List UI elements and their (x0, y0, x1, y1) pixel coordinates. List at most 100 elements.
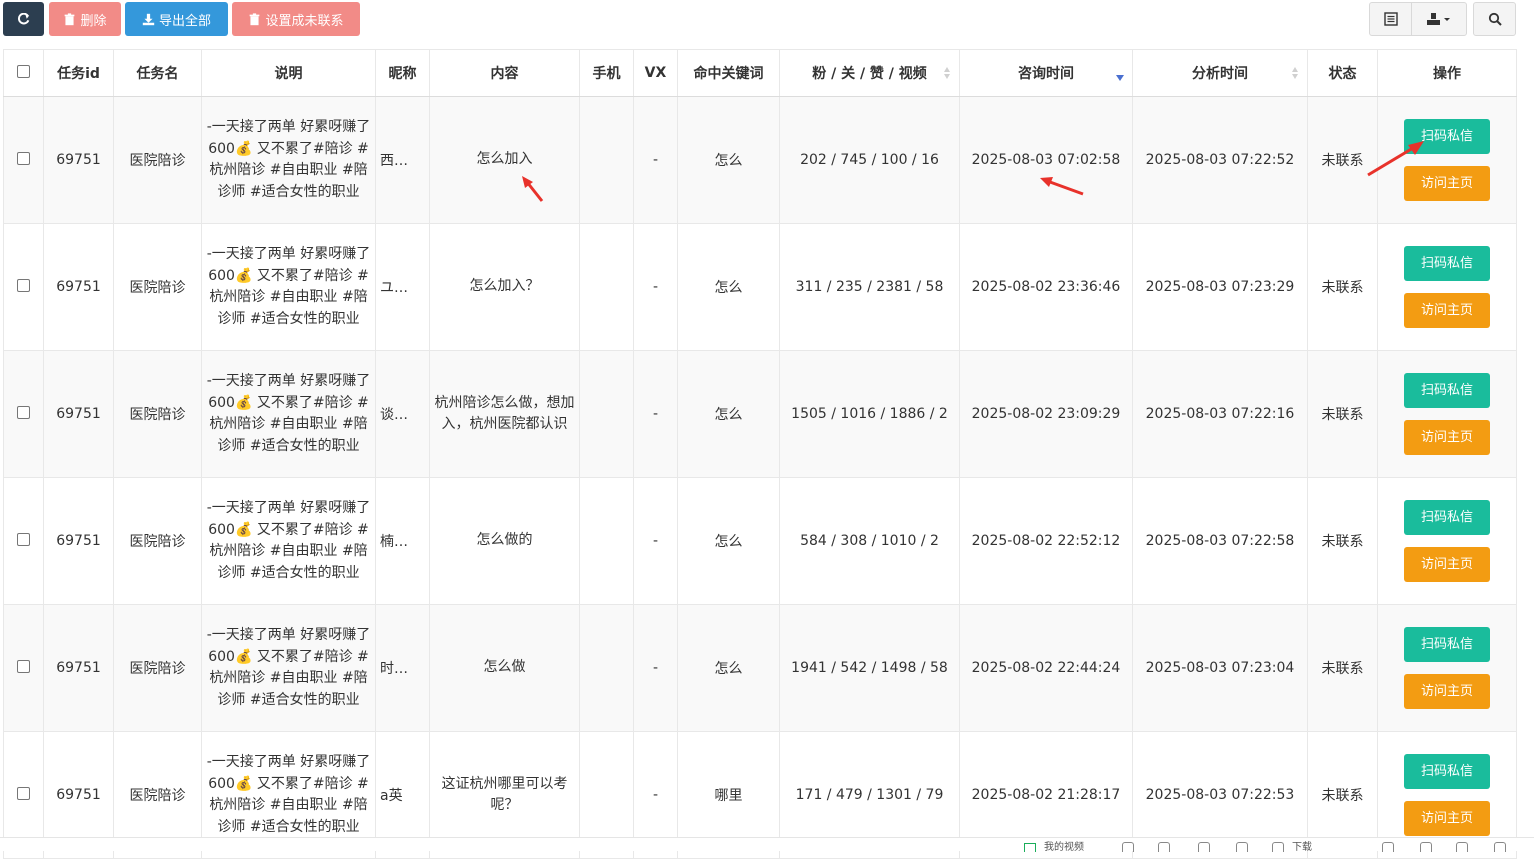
row-checkbox[interactable] (17, 405, 30, 419)
vx-cell: - (633, 350, 678, 478)
description-link[interactable]: -一天接了两单 好累呀赚了600💰 又不累了#陪诊 #杭州陪诊 #自由职业 #陪… (201, 350, 376, 478)
analyze-time-cell: 2025-08-03 07:22:58 (1132, 477, 1308, 605)
select-all-cell (3, 49, 44, 97)
actions-cell: 扫码私信 访问主页 (1377, 604, 1517, 732)
analyze-time-cell: 2025-08-03 07:22:16 (1132, 350, 1308, 478)
table-row: 69751 医院陪诊 -一天接了两单 好累呀赚了600💰 又不累了#陪诊 #杭州陪诊… (3, 96, 1517, 224)
visit-homepage-button[interactable]: 访问主页 (1404, 674, 1490, 709)
stats-cell: 1941 / 542 / 1498 / 58 (779, 604, 960, 732)
row-select-cell (3, 477, 44, 605)
analyze-time-cell: 2025-08-03 07:23:04 (1132, 604, 1308, 732)
header-stats-label: 粉 / 关 / 赞 / 视频 (812, 66, 927, 82)
header-actions: 操作 (1377, 49, 1517, 97)
header-analyze-time[interactable]: 分析时间 (1132, 49, 1308, 97)
table-row: 69751 医院陪诊 -一天接了两单 好累呀赚了600💰 又不累了#陪诊 #杭州陪诊… (3, 477, 1517, 605)
keyword-cell: 怎么 (677, 604, 780, 732)
toggle-view-button[interactable] (1370, 3, 1412, 35)
task-name-cell: 医院陪诊 (113, 604, 202, 732)
task-id-cell: 69751 (43, 604, 114, 732)
header-vx[interactable]: VX (633, 49, 678, 97)
search-button[interactable] (1474, 3, 1515, 35)
select-all-checkbox[interactable] (17, 64, 30, 78)
delete-button[interactable]: 删除 (49, 2, 121, 36)
description-link[interactable]: -一天接了两单 好累呀赚了600💰 又不累了#陪诊 #杭州陪诊 #自由职业 #陪… (201, 477, 376, 605)
download-label[interactable]: 下载 (1292, 843, 1312, 853)
status-cell: 未联系 (1307, 223, 1378, 351)
refresh-button[interactable] (3, 2, 44, 36)
scan-message-button[interactable]: 扫码私信 (1404, 246, 1490, 281)
actions-cell: 扫码私信 访问主页 (1377, 477, 1517, 605)
keyword-cell: 怎么 (677, 223, 780, 351)
visit-homepage-button[interactable]: 访问主页 (1404, 801, 1490, 836)
vx-cell: - (633, 477, 678, 605)
phone-cell (579, 350, 634, 478)
header-task-name[interactable]: 任务名 (113, 49, 202, 97)
row-select-cell (3, 96, 44, 224)
export-label: 导出全部 (158, 13, 211, 29)
row-select-cell (3, 223, 44, 351)
scan-message-button[interactable]: 扫码私信 (1404, 754, 1490, 789)
toolbar: 删除 导出全部 设置成未联系 (0, 0, 1534, 38)
header-description[interactable]: 说明 (201, 49, 376, 97)
scan-message-button[interactable]: 扫码私信 (1404, 373, 1490, 408)
set-uncontacted-button[interactable]: 设置成未联系 (232, 2, 360, 36)
description-link[interactable]: -一天接了两单 好累呀赚了600💰 又不累了#陪诊 #杭州陪诊 #自由职业 #陪… (201, 223, 376, 351)
task-id-cell: 69751 (43, 477, 114, 605)
download-icon (142, 13, 155, 25)
row-checkbox[interactable] (17, 532, 30, 546)
visit-homepage-button[interactable]: 访问主页 (1404, 547, 1490, 582)
row-checkbox[interactable] (17, 786, 30, 800)
phone-cell (579, 223, 634, 351)
actions-cell: 扫码私信 访问主页 (1377, 223, 1517, 351)
nickname-cell: ユ… (375, 223, 430, 351)
set-uncontacted-label: 设置成未联系 (265, 13, 344, 29)
my-video-label[interactable]: 我的视频 (1044, 843, 1084, 853)
table-row: 69751 医院陪诊 -一天接了两单 好累呀赚了600💰 又不累了#陪诊 #杭州陪诊… (3, 350, 1517, 478)
header-stats[interactable]: 粉 / 关 / 赞 / 视频 (779, 49, 960, 97)
consult-time-cell: 2025-08-03 07:02:58 (959, 96, 1133, 224)
scan-message-button[interactable]: 扫码私信 (1404, 500, 1490, 535)
header-consult-time[interactable]: 咨询时间 (959, 49, 1133, 97)
content-cell: 怎么做的 (429, 477, 580, 605)
leads-table: 任务id 任务名 说明 昵称 内容 手机 VX 命中关键词 粉 / 关 / 赞 … (3, 49, 1517, 859)
trash-icon (65, 12, 75, 25)
stats-cell: 311 / 235 / 2381 / 58 (779, 223, 960, 351)
visit-homepage-button[interactable]: 访问主页 (1404, 293, 1490, 328)
header-content[interactable]: 内容 (429, 49, 580, 97)
sort-icon (1292, 67, 1298, 79)
header-phone[interactable]: 手机 (579, 49, 634, 97)
description-link[interactable]: -一天接了两单 好累呀赚了600💰 又不累了#陪诊 #杭州陪诊 #自由职业 #陪… (201, 604, 376, 732)
scan-message-button[interactable]: 扫码私信 (1404, 627, 1490, 662)
export-all-button[interactable]: 导出全部 (125, 2, 228, 36)
trash-icon (250, 12, 260, 25)
task-name-cell: 医院陪诊 (113, 350, 202, 478)
header-task-id[interactable]: 任务id (43, 49, 114, 97)
header-keyword[interactable]: 命中关键词 (677, 49, 780, 97)
content-cell: 怎么做 (429, 604, 580, 732)
nickname-cell: 时… (375, 604, 430, 732)
visit-homepage-button[interactable]: 访问主页 (1404, 420, 1490, 455)
annotation-arrow (1040, 177, 1084, 196)
phone-cell (579, 604, 634, 732)
table-row: 69751 医院陪诊 -一天接了两单 好累呀赚了600💰 又不累了#陪诊 #杭州陪诊… (3, 223, 1517, 351)
row-checkbox[interactable] (17, 659, 30, 673)
nickname-cell: 西… (375, 96, 430, 224)
table-header-row: 任务id 任务名 说明 昵称 内容 手机 VX 命中关键词 粉 / 关 / 赞 … (3, 49, 1517, 97)
phone-cell (579, 96, 634, 224)
export-dropdown-button[interactable] (1412, 3, 1466, 35)
description-link[interactable]: -一天接了两单 好累呀赚了600💰 又不累了#陪诊 #杭州陪诊 #自由职业 #陪… (201, 96, 376, 224)
list-view-icon (1383, 12, 1398, 26)
delete-label: 删除 (80, 13, 107, 29)
header-status[interactable]: 状态 (1307, 49, 1378, 97)
search-icon (1488, 12, 1502, 26)
row-checkbox[interactable] (17, 278, 30, 292)
actions-cell: 扫码私信 访问主页 (1377, 350, 1517, 478)
header-nickname[interactable]: 昵称 (375, 49, 430, 97)
export-dropdown-icon (1427, 13, 1450, 25)
content-cell: 杭州陪诊怎么做，想加入，杭州医院都认识 (429, 350, 580, 478)
row-checkbox[interactable] (17, 151, 30, 165)
consult-time-cell: 2025-08-02 22:44:24 (959, 604, 1133, 732)
stats-cell: 1505 / 1016 / 1886 / 2 (779, 350, 960, 478)
vx-cell: - (633, 604, 678, 732)
nickname-cell: 谈… (375, 350, 430, 478)
